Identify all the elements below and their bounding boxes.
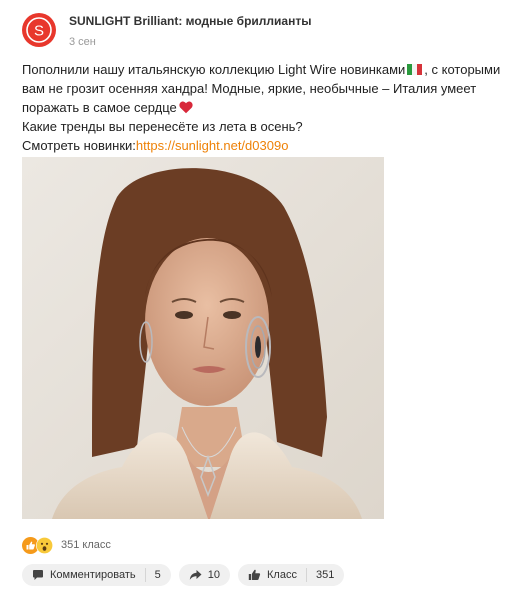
sunlight-logo-icon: S bbox=[26, 17, 52, 43]
product-link[interactable]: https://sunlight.net/d0309o bbox=[136, 138, 289, 153]
italy-flag-icon bbox=[407, 64, 423, 75]
model-portrait-image bbox=[22, 157, 384, 519]
divider bbox=[305, 568, 307, 582]
share-count: 10 bbox=[207, 569, 221, 581]
post-text: Пополнили нашу итальянскую коллекцию Lig… bbox=[22, 60, 502, 155]
heart-icon bbox=[179, 101, 193, 114]
reaction-icons bbox=[22, 536, 53, 554]
author-avatar[interactable]: S bbox=[22, 13, 56, 47]
post-text-question: Какие тренды вы перенесёте из лета в осе… bbox=[22, 119, 303, 134]
like-button[interactable]: Класс 351 bbox=[238, 564, 345, 586]
comment-label: Комментировать bbox=[50, 569, 136, 581]
svg-text:S: S bbox=[34, 23, 44, 40]
post-text-link-prefix: Смотреть новинки: bbox=[22, 138, 136, 153]
share-button[interactable]: 10 bbox=[178, 564, 231, 586]
post-actions: Комментировать 5 10 Класс 351 bbox=[22, 564, 345, 586]
like-label: Класс bbox=[267, 569, 297, 581]
thumbs-up-icon bbox=[248, 569, 261, 580]
post-text-line-1: Пополнили нашу итальянскую коллекцию Lig… bbox=[22, 62, 406, 77]
reactions-summary[interactable]: 351 класс bbox=[22, 535, 111, 555]
comment-count: 5 bbox=[154, 569, 161, 581]
post-photo[interactable] bbox=[22, 157, 384, 519]
like-count: 351 bbox=[315, 569, 335, 581]
comment-icon bbox=[33, 570, 43, 580]
share-arrow-icon bbox=[189, 570, 202, 580]
wow-icon bbox=[36, 536, 53, 554]
post-card: S SUNLIGHT Brilliant: модные бриллианты … bbox=[0, 0, 527, 600]
reactions-count: 351 класс bbox=[61, 539, 111, 551]
author-name[interactable]: SUNLIGHT Brilliant: модные бриллианты bbox=[69, 14, 311, 28]
post-date[interactable]: 3 сен bbox=[69, 36, 96, 48]
comment-button[interactable]: Комментировать 5 bbox=[22, 564, 171, 586]
divider bbox=[144, 568, 146, 582]
